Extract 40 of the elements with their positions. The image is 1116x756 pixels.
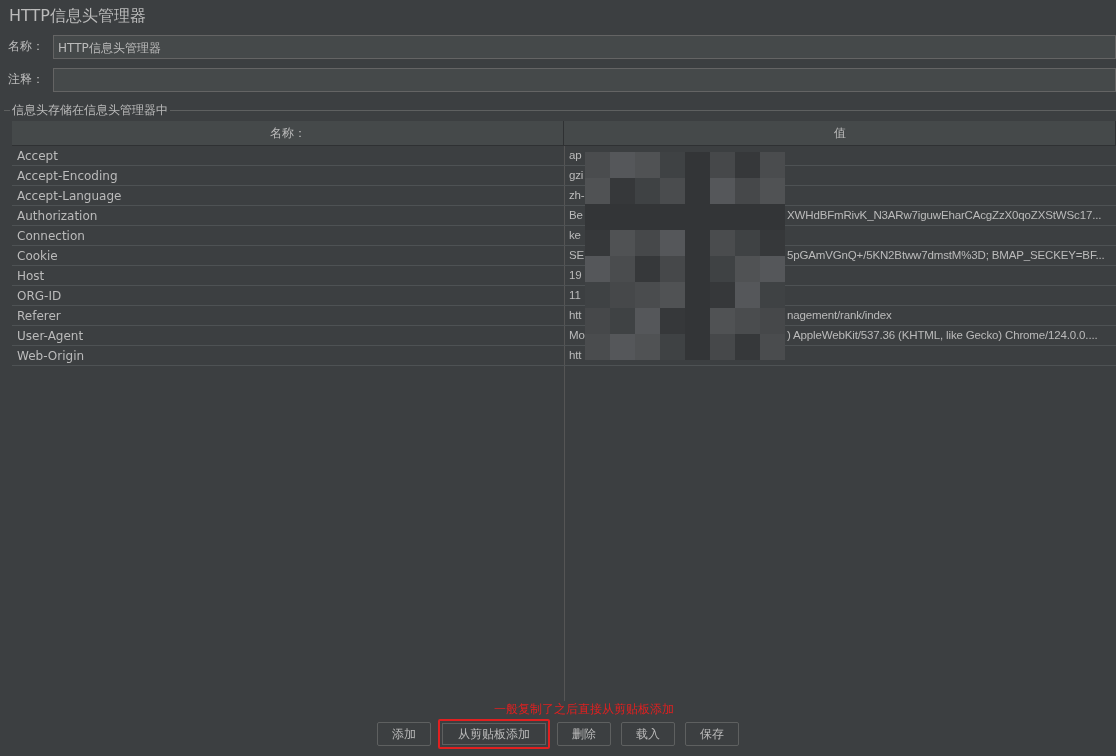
value-text: 19 (569, 269, 582, 283)
value-text: ke (569, 229, 581, 243)
table-cell: Accept-Encoding (12, 166, 564, 186)
table-cell: Cookie (12, 246, 564, 266)
action-button[interactable]: 载入 (621, 722, 675, 746)
table-cell: ORG-ID (12, 286, 564, 306)
action-button[interactable]: 添加 (377, 722, 431, 746)
table-cell: Accept (12, 146, 564, 166)
table-cell: Referer (12, 306, 564, 326)
action-button[interactable]: 保存 (685, 722, 739, 746)
value-text: nagement/rank/index (787, 309, 892, 323)
value-text: SE (569, 249, 585, 263)
value-text: Mo (569, 329, 585, 343)
text-field[interactable] (53, 67, 1116, 92)
action-button[interactable]: 删除 (557, 722, 611, 746)
value-text: 5pGAmVGnQ+/5KN2Btww7dmstM%3D; BMAP_SECKEY=BF... (787, 249, 1105, 263)
table-cell: Authorization (12, 206, 564, 226)
value-text: 11 (569, 289, 581, 303)
value-text: htt (569, 349, 582, 363)
value-text: zh- (569, 189, 585, 203)
table-cell: Web-Origin (12, 346, 564, 366)
annotation-text: 一般复制了之后直接从剪贴板添加 (494, 701, 674, 718)
table-cell: Host (12, 266, 564, 286)
column-header[interactable]: 名称： (12, 121, 564, 146)
value-text: ) AppleWebKit/537.36 (KHTML, like Gecko) Chrome/124.0.0.... (787, 329, 1098, 343)
column-header[interactable]: 值 (564, 121, 1116, 146)
table-cell: Accept-Language (12, 186, 564, 206)
table-cell: Connection (12, 226, 564, 246)
value-text: XWHdBFmRivK_N3ARw7iguwEharCAcgZzX0qoZXStWSc17... (787, 209, 1102, 223)
field-label: 名称： (8, 38, 45, 55)
value-text: gzi (569, 169, 584, 183)
field-label: 注释： (8, 71, 45, 88)
group-title: 信息头存储在信息头管理器中 (11, 102, 169, 119)
window-title: HTTP信息头管理器 (8, 5, 147, 27)
value-text: Be (569, 209, 583, 223)
value-text: ap (569, 149, 582, 163)
value-text: htt (569, 309, 582, 323)
table-cell: User-Agent (12, 326, 564, 346)
text-field[interactable]: HTTP信息头管理器 (53, 34, 1116, 59)
action-button[interactable]: 从剪贴板添加 (438, 719, 550, 749)
